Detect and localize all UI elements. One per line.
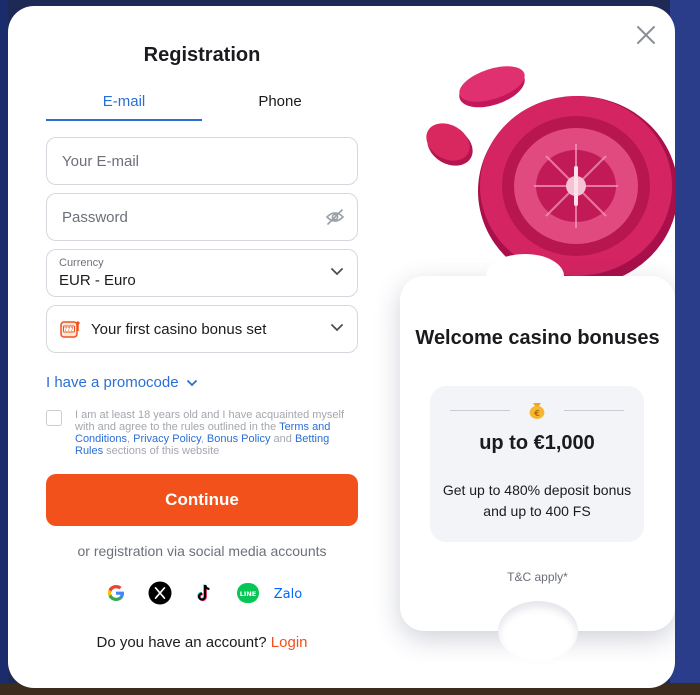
svg-text:€: € [533, 409, 540, 418]
social-login-row: LINE Zalo [104, 581, 304, 605]
chevron-down-icon [331, 324, 343, 332]
svg-text:777: 777 [64, 327, 74, 333]
chevron-down-icon [331, 268, 343, 276]
promocode-toggle[interactable]: I have a promocode [46, 374, 197, 391]
privacy-policy-link[interactable]: Privacy Policy [133, 433, 201, 445]
account-question: Do you have an account? [96, 634, 267, 651]
bonus-value: Your first casino bonus set [91, 321, 267, 338]
card-notch [498, 601, 578, 661]
svg-text:Zalo: Zalo [274, 587, 302, 602]
bonus-description: Get up to 480% deposit bonus and up to 4… [442, 482, 632, 519]
tiktok-icon[interactable] [192, 581, 216, 605]
bonus-offer-box: € up to €1,000 Get up to 480% deposit bo… [430, 386, 644, 542]
tab-phone[interactable]: Phone [202, 92, 358, 122]
currency-value: EUR - Euro [59, 272, 136, 289]
terms-apply-link[interactable]: T&C apply* [400, 570, 675, 584]
social-title: or registration via social media account… [77, 543, 327, 559]
consent-text-part: sections of this website [103, 445, 220, 457]
bonus-amount: up to €1,000 [479, 432, 595, 454]
promocode-label: I have a promocode [46, 374, 179, 391]
card-notch [486, 254, 564, 298]
bonus-card-title: Welcome casino bonuses [415, 327, 660, 349]
email-placeholder: Your E-mail [62, 153, 139, 170]
money-bag-icon: € [529, 403, 545, 419]
email-field[interactable]: Your E-mail [46, 137, 358, 185]
currency-label: Currency [59, 257, 104, 269]
svg-text:LINE: LINE [240, 590, 256, 598]
page-title: Registration [143, 44, 261, 66]
continue-button[interactable]: Continue [46, 474, 358, 526]
registration-modal: Registration E-mail Phone Your E-mail Pa… [8, 6, 675, 688]
auth-tabs: E-mail Phone [46, 92, 358, 122]
currency-select[interactable]: Currency EUR - Euro [46, 249, 358, 297]
bonus-policy-link[interactable]: Bonus Policy [207, 433, 271, 445]
line-icon[interactable]: LINE [236, 581, 260, 605]
eye-off-icon[interactable] [325, 207, 345, 227]
google-icon[interactable] [104, 581, 128, 605]
divider [564, 410, 624, 411]
tab-email[interactable]: E-mail [46, 92, 202, 121]
consent-text: I am at least 18 years old and I have ac… [75, 409, 359, 457]
bonus-select[interactable]: 777 Your first casino bonus set [46, 305, 358, 353]
page-backdrop-left [0, 0, 8, 695]
password-placeholder: Password [62, 209, 128, 226]
account-prompt: Do you have an account? Login [46, 634, 358, 651]
welcome-bonus-card: Welcome casino bonuses € up to €1,000 Ge… [400, 254, 675, 661]
chevron-down-icon [186, 379, 197, 386]
login-link[interactable]: Login [271, 634, 308, 651]
age-consent-checkbox[interactable] [46, 410, 62, 426]
close-icon[interactable] [635, 24, 657, 46]
slot-machine-icon: 777 [60, 321, 80, 338]
x-icon[interactable] [148, 581, 172, 605]
zalo-icon[interactable]: Zalo [272, 581, 304, 605]
consent-text-part: and [270, 433, 295, 445]
divider [450, 410, 510, 411]
password-field[interactable]: Password [46, 193, 358, 241]
